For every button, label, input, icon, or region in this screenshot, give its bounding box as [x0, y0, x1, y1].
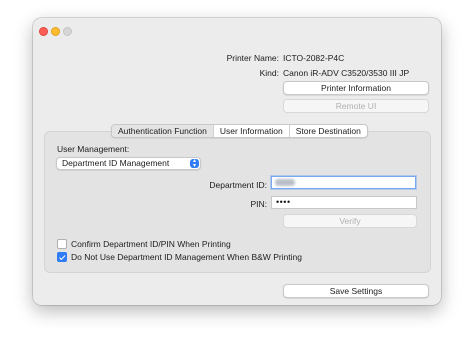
user-management-label: User Management: [57, 144, 130, 154]
bw-printing-checkbox[interactable] [57, 252, 67, 262]
printer-information-button[interactable]: Printer Information [283, 81, 429, 95]
tab-user-information[interactable]: User Information [214, 125, 290, 137]
redacted-value [275, 179, 295, 186]
remote-ui-button[interactable]: Remote UI [283, 99, 429, 113]
printer-settings-window: Printer Name: ICTO-2082-P4C Kind: Canon … [33, 18, 441, 305]
printer-kind-value: Canon iR-ADV C3520/3530 III JP [283, 68, 410, 78]
department-id-input[interactable] [271, 176, 416, 189]
user-management-value: Department ID Management [62, 158, 170, 168]
verify-button[interactable]: Verify [283, 214, 417, 228]
chevron-up-down-icon: ▴ ▾ [190, 158, 199, 169]
confirm-id-pin-checkbox[interactable] [57, 239, 67, 249]
tab-authentication-function[interactable]: Authentication Function [112, 125, 214, 137]
pin-label: PIN: [250, 199, 267, 209]
user-management-select[interactable]: Department ID Management ▴ ▾ [56, 157, 201, 170]
minimize-window-button[interactable] [51, 27, 60, 36]
tab-store-destination[interactable]: Store Destination [290, 125, 367, 137]
maximize-window-button[interactable] [63, 27, 72, 36]
bw-printing-row[interactable]: Do Not Use Department ID Management When… [57, 252, 302, 262]
confirm-id-pin-label: Confirm Department ID/PIN When Printing [71, 239, 231, 249]
department-id-label: Department ID: [209, 180, 267, 190]
printer-name-label: Printer Name: [226, 53, 279, 63]
save-settings-button[interactable]: Save Settings [283, 284, 429, 298]
printer-kind-label: Kind: [259, 68, 279, 78]
close-window-button[interactable] [39, 27, 48, 36]
confirm-id-pin-row[interactable]: Confirm Department ID/PIN When Printing [57, 239, 231, 249]
pin-input[interactable]: •••• [271, 196, 417, 209]
settings-tabs: Authentication Function User Information… [111, 124, 368, 138]
printer-name-value: ICTO-2082-P4C [283, 53, 345, 63]
bw-printing-label: Do Not Use Department ID Management When… [71, 252, 303, 262]
pin-masked-value: •••• [276, 197, 291, 207]
